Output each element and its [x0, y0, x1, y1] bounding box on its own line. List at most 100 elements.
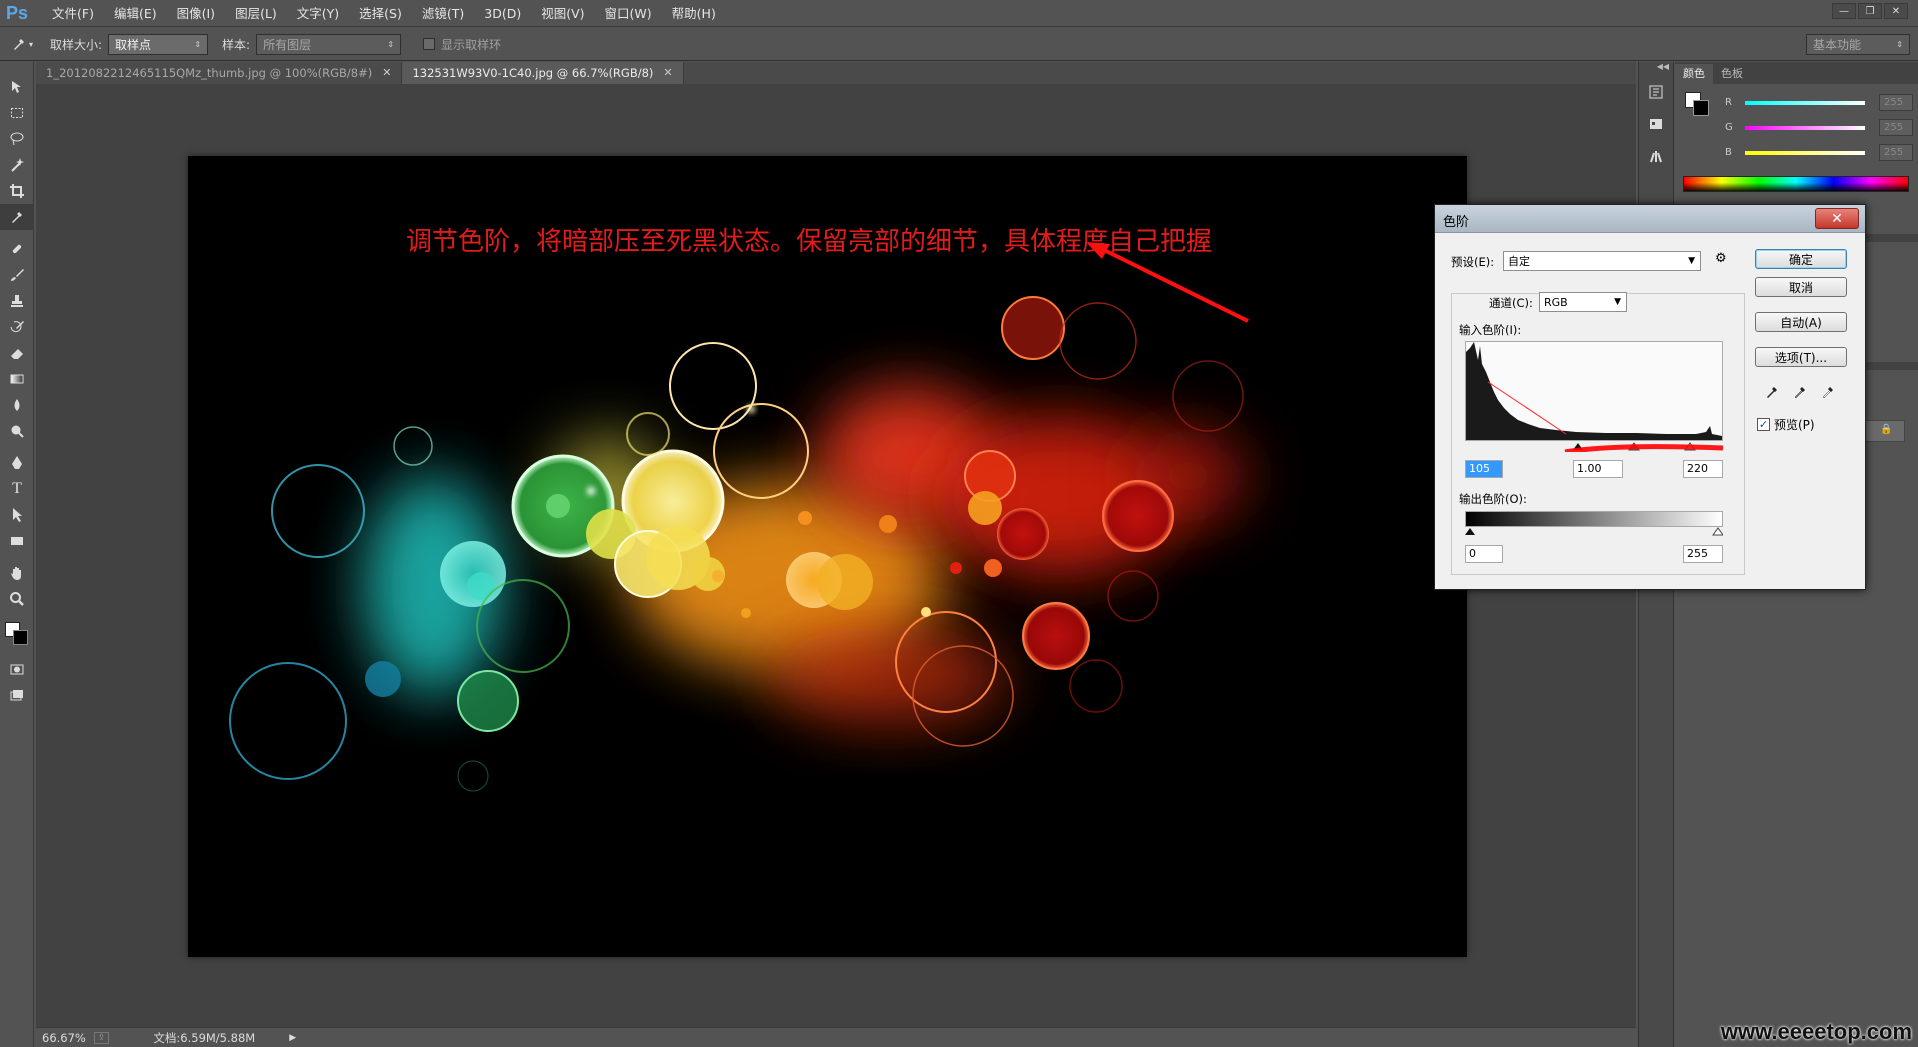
options-button[interactable]: 选项(T)... [1755, 347, 1847, 367]
blur-tool-icon[interactable] [0, 392, 34, 418]
input-gamma-field[interactable]: 1.00 [1573, 460, 1623, 478]
cancel-button[interactable]: 取消 [1755, 277, 1847, 297]
output-gradient [1465, 511, 1723, 527]
output-white-field[interactable]: 255 [1683, 545, 1723, 563]
gradient-tool-icon[interactable] [0, 366, 34, 392]
preview-label: 预览(P) [1774, 418, 1815, 432]
menu-help[interactable]: 帮助(H) [662, 0, 726, 27]
gear-icon[interactable]: ⚙ [1715, 251, 1727, 266]
dialog-titlebar[interactable]: 色阶 ✕ [1435, 205, 1865, 233]
background-color-swatch[interactable] [13, 630, 28, 645]
move-tool-icon[interactable] [0, 74, 34, 100]
input-sliders [1465, 441, 1724, 455]
doc-tab-1[interactable]: 1_2012082212465115QMz_thumb.jpg @ 100%(R… [36, 62, 403, 84]
ok-button[interactable]: 确定 [1755, 249, 1847, 269]
bokeh-image [229, 296, 1248, 792]
green-slider[interactable] [1745, 125, 1865, 130]
stamp-tool-icon[interactable] [0, 288, 34, 314]
menu-3d[interactable]: 3D(D) [474, 0, 531, 27]
tab-color[interactable]: 颜色 [1675, 64, 1713, 84]
show-ring-checkbox[interactable] [423, 38, 436, 50]
menu-window[interactable]: 窗口(W) [595, 0, 662, 27]
pen-tool-icon[interactable] [0, 450, 34, 476]
histogram [1465, 341, 1723, 441]
rectangle-tool-icon[interactable] [0, 528, 34, 554]
b-value[interactable]: 255 [1879, 144, 1913, 161]
dialog-close-button[interactable]: ✕ [1815, 208, 1859, 229]
screen-mode-icon[interactable] [0, 682, 34, 708]
window-controls: — ❐ ✕ [1832, 3, 1908, 19]
g-value[interactable]: 255 [1879, 119, 1913, 136]
blue-slider[interactable] [1745, 150, 1865, 155]
close-icon[interactable]: ✕ [663, 62, 672, 84]
gray-eyedropper-icon[interactable] [1789, 381, 1811, 403]
menu-image[interactable]: 图像(I) [167, 0, 225, 27]
output-levels-label: 输出色阶(O): [1459, 492, 1527, 506]
color-swatches [0, 612, 33, 656]
doc-info: 文档:6.59M/5.88M [153, 1030, 256, 1045]
output-sliders[interactable] [1465, 527, 1723, 537]
menu-select[interactable]: 选择(S) [349, 0, 412, 27]
eraser-tool-icon[interactable] [0, 340, 34, 366]
chevron-down-icon: ▼ [1688, 256, 1695, 266]
properties-icon[interactable] [1639, 108, 1673, 140]
export-icon[interactable]: ⇪ [93, 1031, 110, 1044]
workspace-select[interactable]: 基本功能 ⇕ [1806, 34, 1910, 55]
auto-button[interactable]: 自动(A) [1755, 312, 1847, 332]
menu-type[interactable]: 文字(Y) [287, 0, 349, 27]
output-black-field[interactable]: 0 [1465, 545, 1503, 563]
close-window-button[interactable]: ✕ [1884, 3, 1908, 19]
brush-presets-icon[interactable] [1639, 140, 1673, 172]
restore-button[interactable]: ❐ [1858, 3, 1882, 19]
green-row: G 255 [1725, 119, 1913, 136]
input-levels-label: 输入色阶(I): [1459, 323, 1522, 337]
history-icon[interactable] [1639, 76, 1673, 108]
history-brush-tool-icon[interactable] [0, 314, 34, 340]
close-icon[interactable]: ✕ [382, 62, 391, 84]
play-arrow-icon[interactable]: ▶ [289, 1033, 296, 1043]
bg-color-chip[interactable] [1693, 100, 1709, 116]
quick-mask-icon[interactable] [0, 656, 34, 682]
lasso-tool-icon[interactable] [0, 126, 34, 152]
zoom-tool-icon[interactable] [0, 586, 34, 612]
preset-select[interactable]: 自定 ▼ [1503, 251, 1701, 271]
channel-select[interactable]: RGB ▼ [1539, 292, 1627, 312]
healing-brush-tool-icon[interactable] [0, 236, 34, 262]
white-eyedropper-icon[interactable] [1817, 381, 1839, 403]
color-spectrum[interactable] [1683, 176, 1909, 192]
crop-tool-icon[interactable] [0, 178, 34, 204]
preset-value: 自定 [1508, 255, 1530, 268]
color-panel-tabs: 颜色 色板 [1675, 62, 1918, 84]
path-selection-tool-icon[interactable] [0, 502, 34, 528]
eyedropper-preset-icon[interactable]: ▾ [0, 31, 44, 57]
menu-file[interactable]: 文件(F) [42, 0, 104, 27]
annotation-text: 调节色阶，将暗部压至死黑状态。保留亮部的细节，具体程度自己把握 [406, 227, 1213, 257]
image-canvas[interactable]: 调节色阶，将暗部压至死黑状态。保留亮部的细节，具体程度自己把握 [188, 156, 1467, 957]
preview-checkbox[interactable]: ✓ [1757, 418, 1770, 431]
sample-value: 所有图层 [263, 37, 312, 52]
brush-tool-icon[interactable] [0, 262, 34, 288]
menu-layer[interactable]: 图层(L) [225, 0, 287, 27]
doc-tab-2[interactable]: 132531W93V0-1C40.jpg @ 66.7%(RGB/8) ✕ [402, 62, 684, 84]
input-black-field[interactable]: 105 [1465, 460, 1503, 478]
zoom-level[interactable]: 66.67% [42, 1031, 86, 1045]
ps-logo: Ps [5, 2, 29, 23]
tab-swatches[interactable]: 色板 [1713, 64, 1751, 84]
input-white-field[interactable]: 220 [1683, 460, 1723, 478]
marquee-tool-icon[interactable] [0, 100, 34, 126]
minimize-button[interactable]: — [1832, 3, 1856, 19]
magic-wand-tool-icon[interactable] [0, 152, 34, 178]
eyedropper-tool-icon[interactable] [0, 204, 34, 230]
sample-select[interactable]: 所有图层 ⇕ [256, 33, 402, 55]
collapse-icon[interactable]: ◀◀ [1639, 62, 1673, 76]
black-eyedropper-icon[interactable] [1761, 381, 1783, 403]
hand-tool-icon[interactable] [0, 560, 34, 586]
red-slider[interactable] [1745, 100, 1865, 105]
menu-edit[interactable]: 编辑(E) [104, 0, 167, 27]
dodge-tool-icon[interactable] [0, 418, 34, 444]
r-value[interactable]: 255 [1879, 94, 1913, 111]
type-tool-icon[interactable]: T [0, 476, 34, 502]
menu-view[interactable]: 视图(V) [531, 0, 594, 27]
menu-filter[interactable]: 滤镜(T) [412, 0, 474, 27]
sample-size-select[interactable]: 取样点 ⇕ [108, 33, 209, 55]
